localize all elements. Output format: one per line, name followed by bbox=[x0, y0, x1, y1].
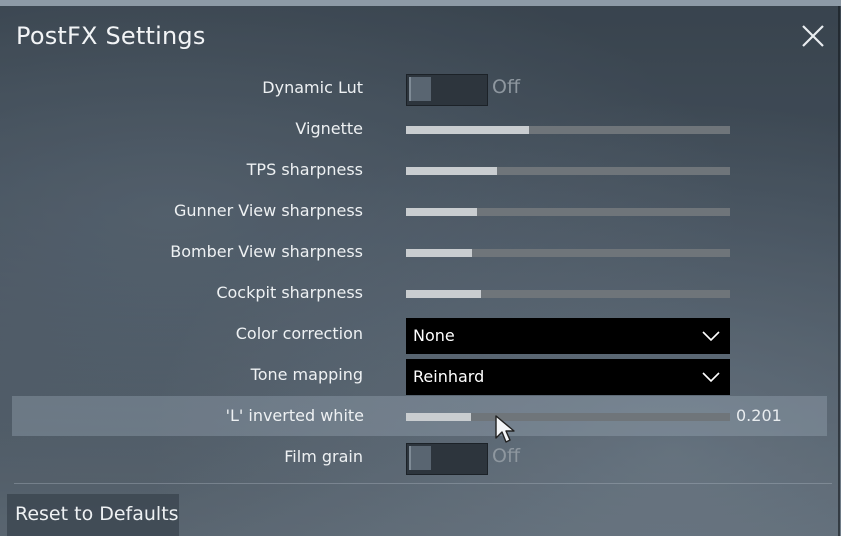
slider-value-readout: 0.201 bbox=[736, 406, 782, 425]
toggle-state-text: Off bbox=[492, 76, 521, 98]
close-icon[interactable] bbox=[797, 20, 829, 52]
toggle-knob bbox=[409, 77, 431, 101]
color-correction-dropdown[interactable]: None bbox=[406, 318, 730, 354]
reset-to-defaults-button[interactable]: Reset to Defaults bbox=[7, 494, 179, 536]
setting-row-dynamic-lut: Dynamic Lut Off bbox=[0, 68, 838, 108]
toggle-knob bbox=[409, 446, 431, 470]
chevron-down-icon bbox=[702, 372, 720, 383]
setting-label: Dynamic Lut bbox=[262, 78, 363, 97]
setting-label: Tone mapping bbox=[250, 365, 363, 384]
reset-button-label: Reset to Defaults bbox=[15, 503, 179, 525]
slider-fill bbox=[406, 413, 472, 421]
setting-label: Vignette bbox=[295, 119, 363, 138]
setting-row-vignette: Vignette bbox=[0, 109, 838, 149]
setting-row-tps-sharpness: TPS sharpness bbox=[0, 150, 838, 190]
film-grain-toggle[interactable] bbox=[406, 443, 488, 475]
setting-row-gunner-view-sharpness: Gunner View sharpness bbox=[0, 191, 838, 231]
setting-label: Gunner View sharpness bbox=[173, 201, 363, 220]
footer-divider bbox=[14, 483, 832, 484]
dynamic-lut-toggle[interactable] bbox=[406, 74, 488, 106]
slider-fill bbox=[406, 167, 497, 175]
setting-label: 'L' inverted white bbox=[225, 406, 364, 425]
setting-row-tone-mapping: Tone mapping Reinhard bbox=[0, 355, 838, 395]
slider-fill bbox=[406, 290, 481, 298]
setting-label: Cockpit sharpness bbox=[216, 283, 363, 302]
vignette-slider[interactable] bbox=[406, 126, 730, 134]
slider-fill bbox=[406, 208, 478, 216]
setting-row-cockpit-sharpness: Cockpit sharpness bbox=[0, 273, 838, 313]
dropdown-value: None bbox=[413, 326, 455, 345]
cockpit-sharpness-slider[interactable] bbox=[406, 290, 730, 298]
dropdown-value: Reinhard bbox=[413, 367, 485, 386]
setting-row-bomber-view-sharpness: Bomber View sharpness bbox=[0, 232, 838, 272]
setting-row-film-grain: Film grain Off bbox=[0, 437, 838, 477]
setting-label: Bomber View sharpness bbox=[170, 242, 363, 261]
window-title: PostFX Settings bbox=[16, 22, 206, 50]
slider-fill bbox=[406, 126, 530, 134]
gunner-view-sharpness-slider[interactable] bbox=[406, 208, 730, 216]
setting-label: Film grain bbox=[284, 447, 363, 466]
tone-mapping-dropdown[interactable]: Reinhard bbox=[406, 359, 730, 395]
slider-fill bbox=[406, 249, 473, 257]
chevron-down-icon bbox=[702, 331, 720, 342]
toggle-state-text: Off bbox=[492, 445, 521, 467]
bomber-view-sharpness-slider[interactable] bbox=[406, 249, 730, 257]
mouse-pointer-icon bbox=[495, 415, 515, 443]
setting-label: TPS sharpness bbox=[246, 160, 363, 179]
setting-label: Color correction bbox=[235, 324, 363, 343]
tps-sharpness-slider[interactable] bbox=[406, 167, 730, 175]
setting-row-l-inverted-white: 'L' inverted white 0.201 bbox=[12, 396, 827, 436]
setting-row-color-correction: Color correction None bbox=[0, 314, 838, 354]
l-inverted-white-slider[interactable] bbox=[406, 413, 730, 421]
